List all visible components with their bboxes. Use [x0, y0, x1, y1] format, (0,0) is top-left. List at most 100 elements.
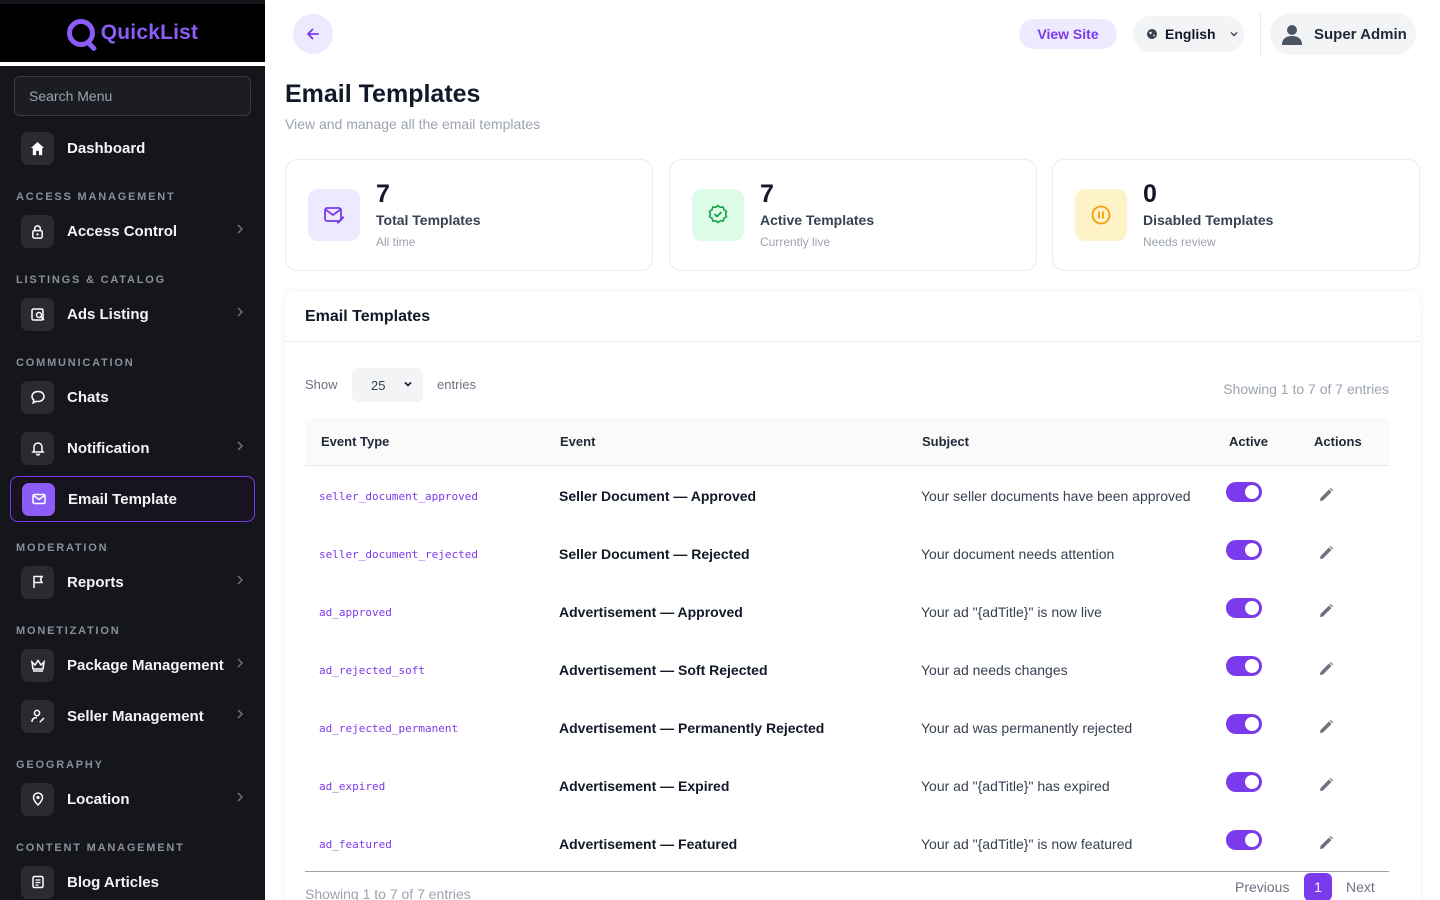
table-row: seller_document_rejected Seller Document… — [305, 524, 1389, 582]
search-menu-field[interactable] — [14, 76, 251, 116]
subject-cell: Your ad "{adTitle}" is now featured — [921, 836, 1133, 852]
sidebar-item-label: Email Template — [68, 490, 177, 508]
chevron-down-icon — [1230, 32, 1238, 37]
chevron-right-icon — [237, 441, 244, 451]
sidebar-item-label: Package Management — [67, 656, 224, 674]
active-toggle[interactable] — [1226, 656, 1262, 676]
stat-sub: Currently live — [760, 235, 831, 249]
back-button[interactable] — [293, 14, 333, 54]
sidebar-item-package-management[interactable]: Package Management — [10, 642, 255, 688]
view-site-button[interactable]: View Site — [1019, 19, 1117, 49]
sidebar-item-reports[interactable]: Reports — [10, 559, 255, 605]
stat-value: 7 — [376, 180, 390, 208]
sidebar-item-dashboard[interactable]: Dashboard — [10, 125, 255, 171]
chevron-right-icon — [237, 658, 244, 668]
stat-card-total: 7 Total Templates All time — [285, 159, 653, 271]
language-selector[interactable]: English — [1133, 16, 1244, 52]
pause-circle-icon — [1075, 189, 1127, 241]
sidebar-item-access-control[interactable]: Access Control — [10, 208, 255, 254]
search-listing-icon — [21, 297, 54, 331]
divider — [285, 341, 1420, 342]
topbar-divider — [1260, 12, 1261, 56]
stat-card-disabled: 0 Disabled Templates Needs review — [1052, 159, 1420, 271]
brand[interactable]: QuickList — [0, 4, 265, 66]
chevron-right-icon — [237, 709, 244, 719]
edit-pencil-icon[interactable] — [1317, 834, 1335, 852]
sidebar-item-ads-listing[interactable]: Ads Listing — [10, 291, 255, 337]
section-title-monetization: MONETIZATION — [16, 625, 121, 637]
pagination-page[interactable]: 1 — [1304, 873, 1332, 900]
chevron-down-icon — [404, 381, 412, 387]
event-cell: Seller Document — Approved — [559, 488, 757, 504]
active-toggle[interactable] — [1226, 772, 1262, 792]
stat-sub: All time — [376, 235, 416, 249]
column-header[interactable]: Active — [1229, 434, 1268, 449]
edit-pencil-icon[interactable] — [1317, 776, 1335, 794]
section-title-moderation: MODERATION — [16, 542, 109, 554]
sidebar-item-location[interactable]: Location — [10, 776, 255, 822]
pagination-next[interactable]: Next — [1346, 879, 1375, 895]
search-menu-input[interactable] — [29, 88, 250, 104]
stat-sub: Needs review — [1143, 235, 1216, 249]
location-pin-icon — [21, 782, 54, 816]
sidebar-item-label: Notification — [67, 439, 150, 457]
table-row: ad_rejected_permanent Advertisement — Pe… — [305, 698, 1389, 756]
sidebar-item-email-template[interactable]: Email Template — [10, 476, 255, 522]
column-header[interactable]: Event — [560, 434, 595, 449]
edit-pencil-icon[interactable] — [1317, 718, 1335, 736]
column-header[interactable]: Actions — [1314, 434, 1362, 449]
edit-pencil-icon[interactable] — [1317, 544, 1335, 562]
active-toggle[interactable] — [1226, 714, 1262, 734]
globe-icon — [1147, 29, 1157, 39]
entries-select[interactable]: 25 — [352, 368, 423, 402]
sidebar-item-label: Reports — [67, 573, 124, 591]
subject-cell: Your seller documents have been approved — [921, 488, 1191, 504]
sidebar-item-blog-articles[interactable]: Blog Articles — [10, 859, 255, 900]
active-toggle[interactable] — [1226, 540, 1262, 560]
sidebar-item-seller-management[interactable]: Seller Management — [10, 693, 255, 739]
home-icon — [21, 131, 54, 165]
user-menu[interactable]: Super Admin — [1270, 13, 1416, 55]
sidebar-item-notification[interactable]: Notification — [10, 425, 255, 471]
section-title-geography: GEOGRAPHY — [16, 759, 104, 771]
event-cell: Advertisement — Approved — [559, 604, 743, 620]
mail-icon — [22, 482, 55, 516]
event-type-cell: ad_rejected_permanent — [319, 722, 459, 735]
page-subtitle: View and manage all the email templates — [285, 116, 541, 132]
blog-icon — [21, 865, 54, 899]
edit-pencil-icon[interactable] — [1317, 660, 1335, 678]
subject-cell: Your document needs attention — [921, 546, 1115, 562]
subject-cell: Your ad "{adTitle}" is now live — [921, 604, 1102, 620]
sidebar-item-chats[interactable]: Chats — [10, 374, 255, 420]
crown-icon — [21, 648, 54, 682]
table-row: ad_approved Advertisement — Approved You… — [305, 582, 1389, 640]
column-header[interactable]: Event Type — [321, 434, 389, 449]
pagination-previous[interactable]: Previous — [1235, 879, 1289, 895]
stat-card-active: 7 Active Templates Currently live — [669, 159, 1037, 271]
edit-pencil-icon[interactable] — [1317, 486, 1335, 504]
edit-pencil-icon[interactable] — [1317, 602, 1335, 620]
user-name: Super Admin — [1314, 25, 1407, 43]
section-title-access: ACCESS MANAGEMENT — [16, 191, 176, 203]
active-toggle[interactable] — [1226, 482, 1262, 502]
show-label: Show — [305, 377, 338, 392]
user-edit-icon — [21, 699, 54, 733]
page-title: Email Templates — [285, 80, 481, 108]
section-title-communication: COMMUNICATION — [16, 357, 135, 369]
chevron-right-icon — [237, 224, 244, 234]
stat-label: Disabled Templates — [1143, 212, 1274, 228]
section-title-listings: LISTINGS & CATALOG — [16, 274, 166, 286]
sidebar: QuickList Dashboard ACCESS MANAGEMENT Ac… — [0, 0, 265, 900]
event-type-cell: seller_document_approved — [319, 490, 478, 503]
verified-badge-icon — [692, 189, 744, 241]
active-toggle[interactable] — [1226, 830, 1262, 850]
chevron-right-icon — [237, 792, 244, 802]
column-header[interactable]: Subject — [922, 434, 969, 449]
event-cell: Advertisement — Permanently Rejected — [559, 720, 825, 736]
brand-name: QuickList — [100, 21, 199, 44]
table-header: Event Type Event Subject Active Actions — [305, 418, 1389, 466]
subject-cell: Your ad was permanently rejected — [921, 720, 1133, 736]
stat-label: Total Templates — [376, 212, 481, 228]
bell-icon — [21, 431, 54, 465]
active-toggle[interactable] — [1226, 598, 1262, 618]
